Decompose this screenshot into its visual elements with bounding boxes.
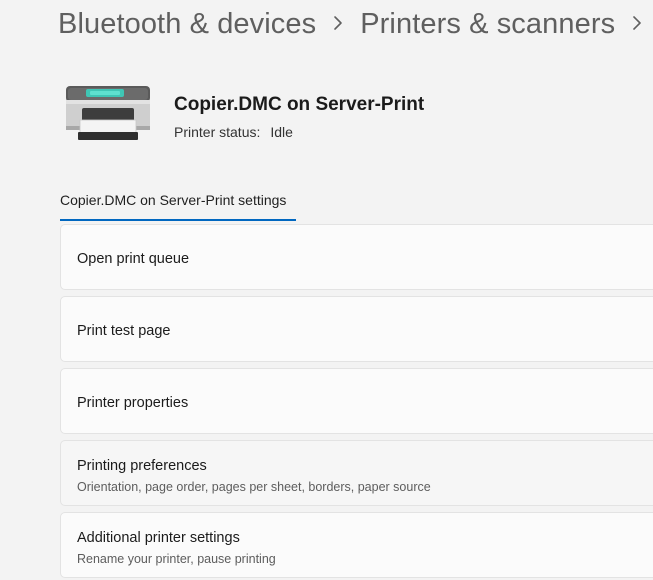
breadcrumb-item-bluetooth-devices[interactable]: Bluetooth & devices xyxy=(58,8,316,41)
chevron-right-icon xyxy=(316,15,360,31)
settings-item-subtitle: Orientation, page order, pages per sheet… xyxy=(77,480,431,494)
tab-printer-settings[interactable]: Copier.DMC on Server-Print settings xyxy=(60,192,286,208)
settings-item-title: Printer properties xyxy=(77,395,189,411)
breadcrumb: Bluetooth & devices Printers & scanners xyxy=(58,8,653,41)
settings-item-print-test-page[interactable]: Print test page xyxy=(60,296,653,362)
settings-item-additional-printer-settings[interactable]: Additional printer settings Rename your … xyxy=(60,512,653,578)
breadcrumb-item-printers-scanners[interactable]: Printers & scanners xyxy=(360,8,615,41)
printer-icon xyxy=(64,84,152,142)
settings-item-title: Additional printer settings xyxy=(77,530,240,546)
printer-status-label: Printer status: xyxy=(174,124,261,140)
printer-header: Copier.DMC on Server-Print Printer statu… xyxy=(64,84,624,144)
settings-item-title: Open print queue xyxy=(77,251,190,267)
settings-item-subtitle: Rename your printer, pause printing xyxy=(77,552,276,566)
printer-status: Printer status: Idle xyxy=(174,124,293,140)
settings-item-title: Printing preferences xyxy=(77,458,207,474)
settings-item-title: Print test page xyxy=(77,323,171,339)
settings-item-open-print-queue[interactable]: Open print queue xyxy=(60,224,653,290)
printer-name: Copier.DMC on Server-Print xyxy=(174,94,425,115)
settings-item-printer-properties[interactable]: Printer properties xyxy=(60,368,653,434)
settings-item-printing-preferences[interactable]: Printing preferences Orientation, page o… xyxy=(60,440,653,506)
chevron-right-icon xyxy=(615,15,653,31)
tab-active-indicator xyxy=(60,219,296,221)
printer-status-value: Idle xyxy=(270,124,293,140)
